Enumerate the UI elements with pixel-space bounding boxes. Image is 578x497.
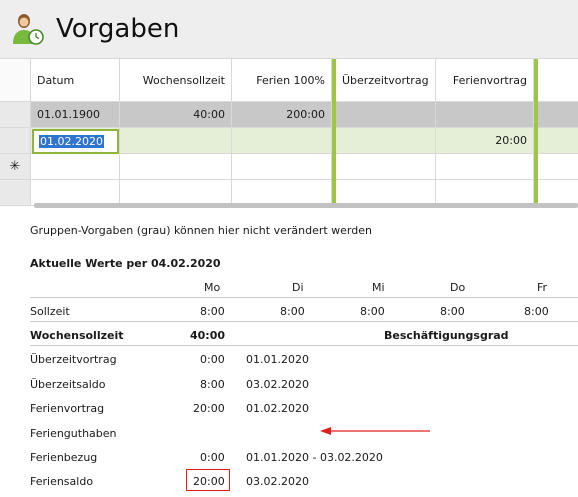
ferienvortrag-value: 20:00: [193, 402, 225, 415]
feriensaldo-value: 20:00: [193, 475, 225, 488]
cell-extra: [538, 102, 578, 128]
ueberzeitsaldo-value: 8:00: [200, 378, 225, 391]
column-header-ferienvortrag[interactable]: Ferienvortrag: [436, 59, 534, 102]
column-group-separator: [332, 59, 336, 204]
sollzeit-label: Sollzeit: [30, 305, 70, 318]
ferienbezug-date: 01.01.2020 - 03.02.2020: [246, 451, 383, 464]
day-header-fr: Fr: [537, 281, 548, 294]
sollzeit-mo: 8:00: [200, 305, 225, 318]
row-header[interactable]: [0, 102, 31, 128]
cell-ferien[interactable]: [232, 154, 332, 180]
column-header-wochensollzeit[interactable]: Wochensollzeit: [120, 59, 232, 102]
cell-ferienvortrag[interactable]: 20:00: [436, 128, 534, 154]
beschaeftigungsgrad-label: Beschäftigungsgrad: [384, 329, 509, 342]
cell-ferien[interactable]: [232, 128, 332, 154]
row-header[interactable]: [0, 128, 31, 154]
divider: [30, 297, 578, 298]
sollzeit-di: 8:00: [280, 305, 305, 318]
column-header-ferien[interactable]: Ferien 100%: [232, 59, 332, 102]
column-header-datum[interactable]: Datum: [31, 59, 120, 102]
cell-datum: 01.01.1900: [31, 102, 120, 128]
red-arrow-annotation: [320, 427, 430, 435]
ueberzeitsaldo-date: 03.02.2020: [246, 378, 309, 391]
row-header: [0, 180, 31, 206]
cell-ueberzeitvortrag[interactable]: [336, 154, 436, 180]
vorgaben-grid[interactable]: Datum Wochensollzeit Ferien 100% Überzei…: [0, 58, 578, 209]
ueberzeitvortrag-value: 0:00: [200, 353, 225, 366]
cell-wochensollzeit[interactable]: [120, 154, 232, 180]
day-header-di: Di: [292, 281, 304, 294]
page-title: Vorgaben: [56, 14, 180, 44]
column-header-ueberzeitvortrag[interactable]: Überzeitvortrag: [336, 59, 436, 102]
day-header-mi: Mi: [372, 281, 385, 294]
info-text: Gruppen-Vorgaben (grau) können hier nich…: [30, 224, 372, 237]
feriensaldo-date: 03.02.2020: [246, 475, 309, 488]
cell-ueberzeitvortrag: [336, 102, 436, 128]
cell-ferien: 200:00: [232, 102, 332, 128]
sollzeit-mi: 8:00: [360, 305, 385, 318]
wochensollzeit-label: Wochensollzeit: [30, 329, 124, 342]
ferienbezug-label: Ferienbezug: [30, 451, 98, 464]
sollzeit-fr: 8:00: [524, 305, 549, 318]
ueberzeitvortrag-date: 01.01.2020: [246, 353, 309, 366]
cell-datum[interactable]: [31, 154, 120, 180]
column-header-extra: [538, 59, 578, 102]
date-edit-field[interactable]: 01.02.2020: [32, 129, 119, 154]
divider: [30, 321, 578, 322]
cell-wochensollzeit: 40:00: [120, 102, 232, 128]
new-row-marker[interactable]: ✳: [0, 154, 31, 180]
cell-ferienvortrag[interactable]: [436, 154, 534, 180]
cell-ferienvortrag: [436, 102, 534, 128]
date-edit-value[interactable]: 01.02.2020: [39, 135, 104, 148]
user-clock-icon: [13, 14, 44, 45]
row-header-corner: [0, 59, 31, 102]
cell-extra[interactable]: [538, 128, 578, 154]
divider: [30, 345, 578, 346]
column-group-separator: [534, 59, 538, 204]
ueberzeitsaldo-label: Überzeitsaldo: [30, 378, 106, 391]
ferienguthaben-label: Ferienguthaben: [30, 427, 117, 440]
ferienvortrag-date: 01.02.2020: [246, 402, 309, 415]
ferienvortrag-label: Ferienvortrag: [30, 402, 105, 415]
day-header-do: Do: [450, 281, 466, 294]
cell-extra[interactable]: [538, 154, 578, 180]
sollzeit-do: 8:00: [440, 305, 465, 318]
horizontal-scrollbar[interactable]: [34, 203, 578, 208]
day-header-mo: Mo: [204, 281, 221, 294]
feriensaldo-label: Feriensaldo: [30, 475, 94, 488]
ueberzeitvortrag-label: Überzeitvortrag: [30, 353, 117, 366]
page-header: Vorgaben: [0, 0, 578, 58]
cell-wochensollzeit[interactable]: [120, 128, 232, 154]
current-values-heading: Aktuelle Werte per 04.02.2020: [30, 257, 221, 270]
wochensollzeit-value: 40:00: [190, 329, 226, 342]
cell-ueberzeitvortrag[interactable]: [336, 128, 436, 154]
ferienbezug-value: 0:00: [200, 451, 225, 464]
